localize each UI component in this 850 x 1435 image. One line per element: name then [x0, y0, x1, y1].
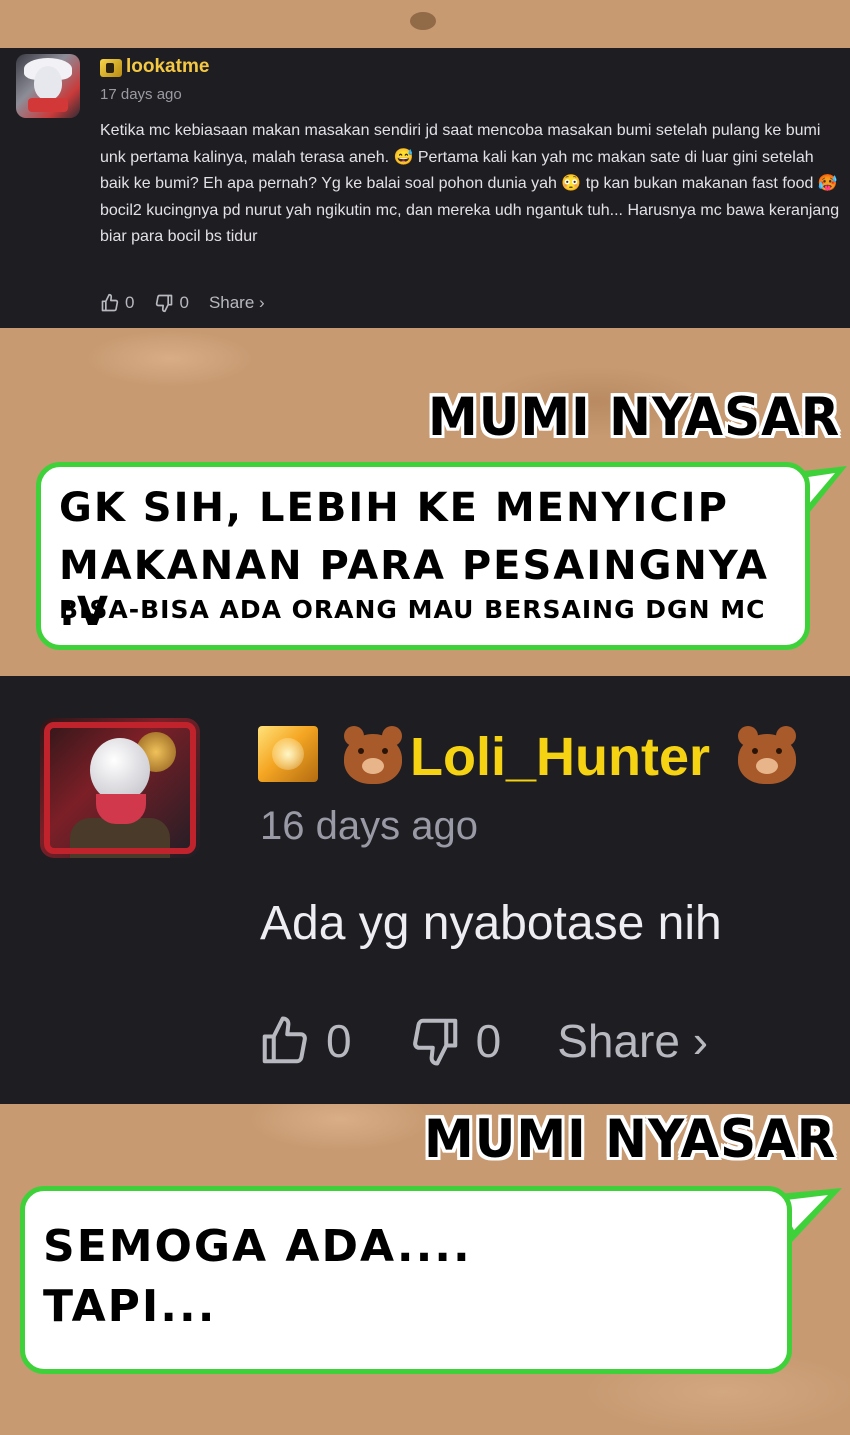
- share-button[interactable]: Share ›: [557, 1014, 708, 1068]
- avatar[interactable]: [40, 718, 200, 858]
- avatar-face: [34, 66, 62, 100]
- username[interactable]: Loli_Hunter: [410, 726, 710, 788]
- share-button[interactable]: Share ›: [209, 293, 265, 313]
- comment-body: Ada yg nyabotase nih: [260, 897, 722, 950]
- bubble-text-line: BISA-BISA ADA ORANG MAU BERSAING DGN MC: [59, 595, 766, 624]
- speech-bubble: GK SIH, LEBIH KE MENYICIP MAKANAN PARA P…: [36, 462, 810, 650]
- bear-eye: [358, 748, 364, 754]
- background-texture: [410, 12, 436, 30]
- comment-timestamp: 16 days ago: [260, 804, 478, 848]
- dislike-button[interactable]: 0: [154, 293, 189, 313]
- user-badge-icon: [258, 726, 318, 782]
- speaker-name: MUMI NYASAR: [428, 386, 841, 448]
- comment-actions: 0 0 Share ›: [258, 1014, 708, 1068]
- username[interactable]: lookatme: [126, 56, 209, 78]
- avatar-scarf: [28, 98, 68, 112]
- like-button[interactable]: 0: [258, 1014, 352, 1068]
- comment-card-loli-hunter: Loli_Hunter 16 days ago Ada yg nyabotase…: [0, 676, 850, 1104]
- bear-eye: [752, 748, 758, 754]
- comment-timestamp: 17 days ago: [100, 86, 182, 103]
- bubble-text-line: TAPI...: [43, 1281, 217, 1332]
- bear-snout: [362, 758, 384, 774]
- speech-bubble: SEMOGA ADA.... TAPI...: [20, 1186, 792, 1374]
- bear-emoji-icon: [344, 726, 402, 784]
- speaker-name: MUMI NYASAR: [424, 1108, 837, 1170]
- bear-snout: [756, 758, 778, 774]
- avatar[interactable]: [16, 54, 80, 118]
- bear-eye: [776, 748, 782, 754]
- like-count: 0: [326, 1015, 352, 1067]
- bear-eye: [382, 748, 388, 754]
- dislike-count: 0: [475, 1015, 502, 1067]
- like-count: 0: [125, 293, 135, 312]
- thumbs-down-icon: [156, 294, 173, 313]
- thumbs-up-icon: [101, 293, 119, 312]
- comment-card-lookatme: lookatme 17 days ago Ketika mc kebiasaan…: [0, 48, 850, 328]
- comment-actions: 0 0 Share ›: [100, 290, 265, 316]
- thumbs-up-icon: [262, 1016, 307, 1064]
- dislike-count: 0: [179, 293, 189, 312]
- user-badge-icon: [100, 59, 122, 77]
- avatar-frame: [44, 722, 196, 854]
- dislike-button[interactable]: 0: [408, 1014, 502, 1068]
- like-button[interactable]: 0: [100, 293, 134, 313]
- bear-emoji-icon: [738, 726, 796, 784]
- thumbs-down-icon: [412, 1018, 457, 1066]
- comment-body: Ketika mc kebiasaan makan masakan sendir…: [100, 122, 840, 245]
- bubble-text-line: GK SIH, LEBIH KE MENYICIP: [59, 485, 729, 531]
- bubble-text-line: SEMOGA ADA....: [43, 1221, 472, 1272]
